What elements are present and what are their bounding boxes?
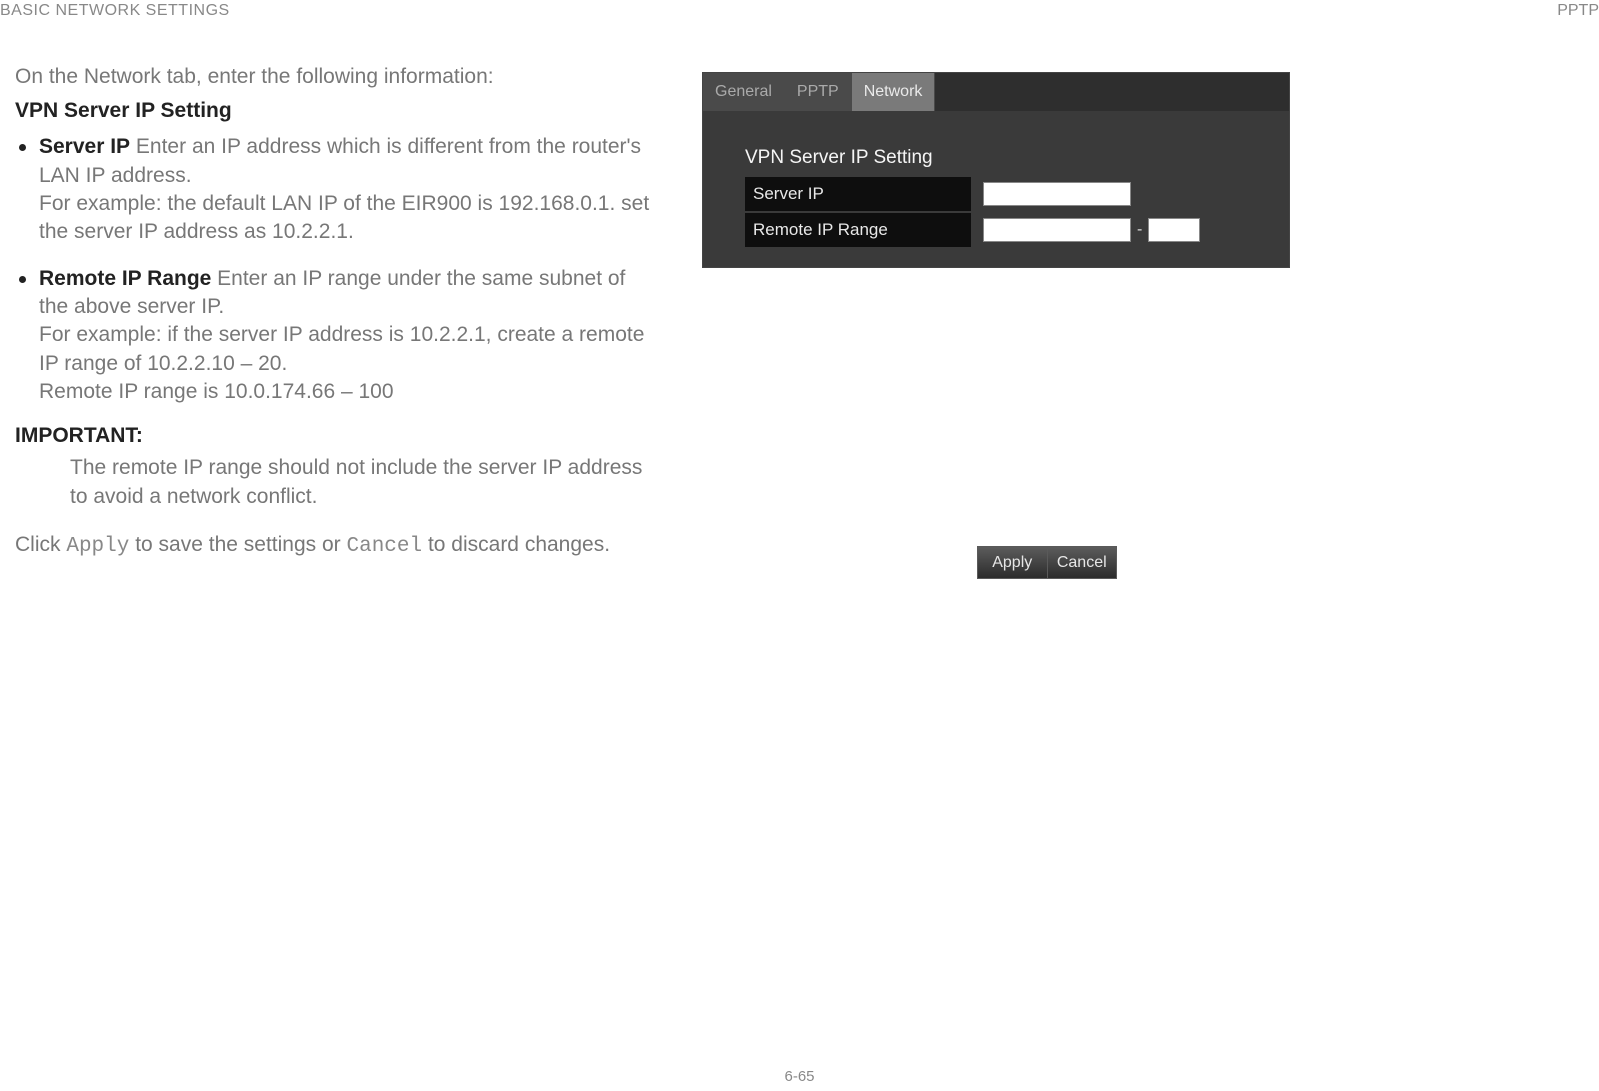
- form-label-server-ip: Server IP: [745, 184, 971, 204]
- closing-pre: Click: [15, 533, 66, 556]
- list-item: Remote IP Range Enter an IP range under …: [39, 265, 655, 407]
- closing-mid: to save the settings or: [129, 533, 346, 556]
- screenshot-network-tab: General PPTP Network VPN Server IP Setti…: [702, 72, 1290, 268]
- cancel-literal: Cancel: [346, 535, 422, 558]
- form-row-server-ip: Server IP: [745, 177, 1269, 211]
- form-inputs: [971, 177, 1269, 211]
- tab-network[interactable]: Network: [852, 73, 936, 111]
- tab-general[interactable]: General: [703, 73, 785, 111]
- bullet-continuation: For example: if the server IP address is…: [39, 321, 655, 378]
- bullet-label-remote-ip: Remote IP Range: [39, 267, 211, 290]
- form-label-remote-ip: Remote IP Range: [745, 220, 971, 240]
- important-heading: IMPORTANT:: [15, 424, 655, 448]
- page-number: 6-65: [784, 1068, 814, 1085]
- range-dash: -: [1137, 221, 1142, 239]
- running-header-left: BASIC NETWORK SETTINGS: [0, 2, 230, 20]
- remote-ip-start-input[interactable]: [983, 218, 1131, 242]
- bullet-continuation: Remote IP range is 10.0.174.66 – 100: [39, 378, 655, 406]
- closing-paragraph: Click Apply to save the settings or Canc…: [15, 531, 655, 561]
- form-row-remote-ip: Remote IP Range -: [745, 213, 1269, 247]
- remote-ip-end-input[interactable]: [1148, 218, 1200, 242]
- tab-bar-spacer: [935, 73, 1289, 111]
- tab-bar: General PPTP Network: [703, 73, 1289, 111]
- apply-button[interactable]: Apply: [978, 547, 1048, 578]
- list-item: Server IP Enter an IP address which is d…: [39, 133, 655, 246]
- important-body: The remote IP range should not include t…: [15, 454, 655, 511]
- closing-post: to discard changes.: [422, 533, 610, 556]
- bullet-continuation: For example: the default LAN IP of the E…: [39, 190, 655, 247]
- bullet-label-server-ip: Server IP: [39, 135, 130, 158]
- server-ip-input[interactable]: [983, 182, 1131, 206]
- apply-literal: Apply: [66, 535, 129, 558]
- screenshot-apply-cancel: Apply Cancel: [977, 546, 1117, 579]
- form-inputs: -: [971, 213, 1269, 247]
- panel-body: VPN Server IP Setting Server IP Remote I…: [703, 111, 1289, 267]
- main-text-column: On the Network tab, enter the following …: [15, 62, 655, 562]
- section-subheading: VPN Server IP Setting: [15, 99, 655, 123]
- running-header-right: PPTP: [1557, 2, 1599, 20]
- panel-title: VPN Server IP Setting: [745, 147, 1289, 169]
- tab-pptp[interactable]: PPTP: [785, 73, 852, 111]
- intro-text: On the Network tab, enter the following …: [15, 62, 655, 91]
- bullet-list: Server IP Enter an IP address which is d…: [15, 133, 655, 406]
- cancel-button[interactable]: Cancel: [1048, 547, 1117, 578]
- bullet-desc: Enter an IP address which is different f…: [39, 135, 641, 186]
